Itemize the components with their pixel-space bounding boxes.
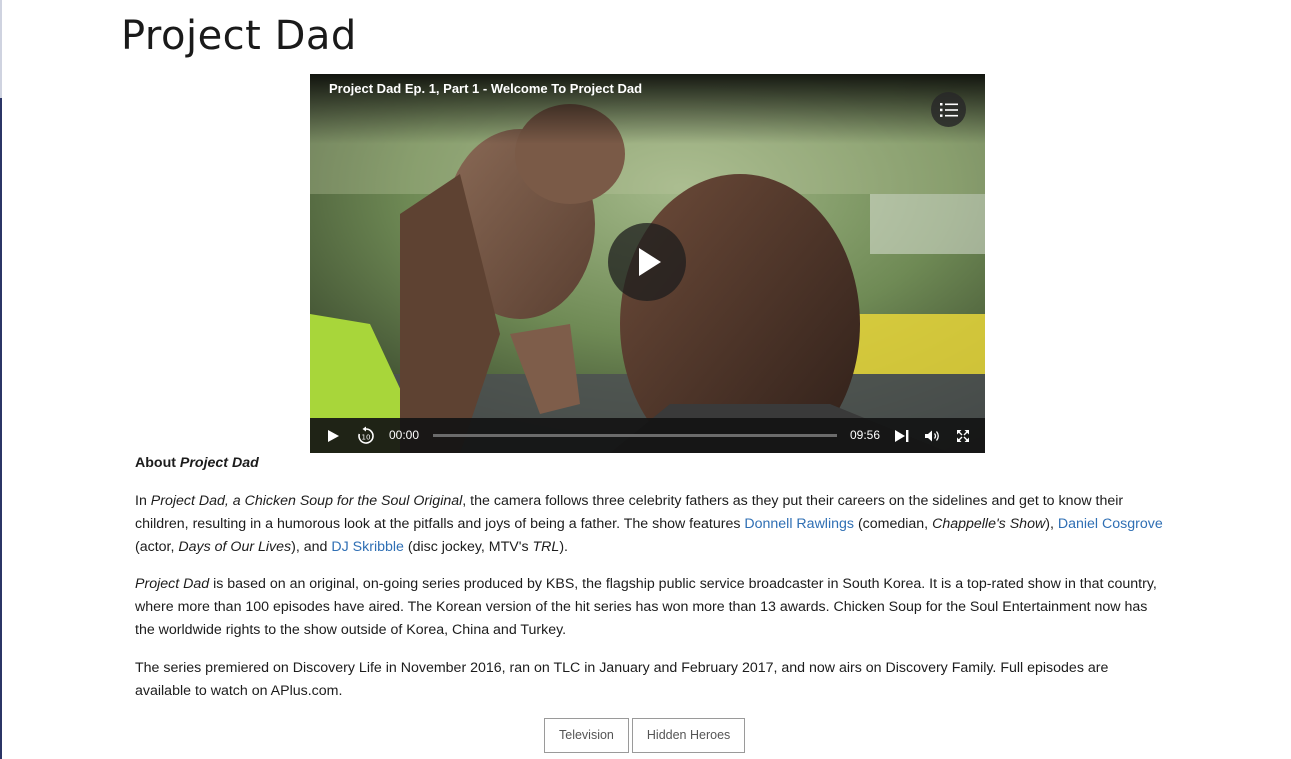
show-title-italic: Project Dad, a Chicken Soup for the Soul…: [150, 493, 463, 509]
video-title: Project Dad Ep. 1, Part 1 - Welcome To P…: [329, 81, 643, 96]
video-title-bar: Project Dad Ep. 1, Part 1 - Welcome To P…: [310, 74, 985, 144]
about-section: About Project Dad In Project Dad, a Chic…: [135, 452, 1165, 699]
text: (comedian,: [854, 516, 933, 532]
next-button[interactable]: [892, 418, 912, 453]
text: (actor,: [135, 539, 179, 555]
italic-show: TRL: [532, 539, 560, 555]
text: ), and: [291, 539, 332, 555]
current-time: 00:00: [389, 428, 420, 442]
about-paragraph-1: In Project Dad, a Chicken Soup for the S…: [135, 490, 1165, 559]
video-player[interactable]: Project Dad Ep. 1, Part 1 - Welcome To P…: [310, 74, 985, 453]
duration: 09:56: [850, 428, 881, 442]
list-icon: [939, 102, 958, 117]
text: is based on an original, on-going series…: [135, 576, 1157, 638]
video-control-bar: 10 00:00 09:56: [310, 418, 985, 453]
about-paragraph-3: The series premiered on Discovery Life i…: [135, 660, 1109, 699]
play-icon: [639, 248, 661, 276]
left-edge-bar: [0, 0, 2, 759]
fullscreen-button[interactable]: [953, 418, 973, 453]
about-paragraph-2: Project Dad is based on an original, on-…: [135, 573, 1165, 642]
progress-bar[interactable]: [433, 434, 837, 437]
about-heading: About Project Dad: [135, 452, 1165, 475]
italic-show: Chappelle's Show: [932, 516, 1046, 532]
rewind-10-button[interactable]: 10: [354, 418, 378, 453]
about-heading-show: Project Dad: [179, 455, 259, 471]
big-play-button[interactable]: [608, 223, 686, 301]
tag-button[interactable]: Hidden Heroes: [631, 718, 746, 753]
about-heading-prefix: About: [135, 455, 180, 471]
fullscreen-icon: [957, 429, 969, 442]
link-daniel-cosgrove[interactable]: Daniel Cosgrove: [1058, 516, 1163, 532]
playlist-button[interactable]: [931, 92, 966, 127]
rewind-10-icon: 10: [358, 426, 374, 444]
tag-list: Television Hidden Heroes: [544, 718, 746, 753]
play-icon: [328, 429, 339, 442]
volume-icon: [925, 430, 939, 441]
text: (disc jockey, MTV's: [403, 539, 533, 555]
show-title-italic: Project Dad: [135, 576, 210, 592]
volume-button[interactable]: [922, 418, 944, 453]
link-donnell-rawlings[interactable]: Donnell Rawlings: [744, 516, 854, 532]
skip-next-icon: [895, 429, 909, 442]
svg-text:10: 10: [362, 433, 371, 441]
text: ).: [559, 539, 568, 555]
link-dj-skribble[interactable]: DJ Skribble: [331, 539, 404, 555]
italic-show: Days of Our Lives: [178, 539, 292, 555]
tag-button[interactable]: Television: [544, 718, 629, 753]
text: ),: [1045, 516, 1058, 532]
play-button[interactable]: [322, 418, 344, 453]
text: In: [135, 493, 151, 509]
page-title: Project Dad: [121, 13, 357, 59]
